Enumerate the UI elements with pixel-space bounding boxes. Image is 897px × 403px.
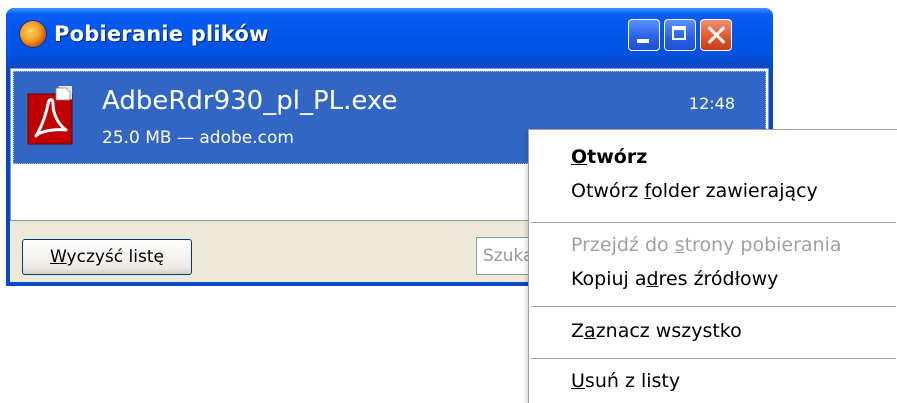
menu-item-open-folder[interactable]: Otwórz folder zawierający — [571, 180, 818, 202]
title-bar[interactable]: Pobieranie plików — [6, 8, 773, 68]
minimize-button[interactable] — [628, 19, 660, 51]
adobe-reader-pdf-icon — [27, 86, 73, 145]
download-time: 12:48 — [688, 94, 735, 113]
menu-item-go-to-download-page: Przejdź do strony pobierania — [571, 234, 842, 256]
firefox-icon — [20, 21, 46, 47]
maximize-button[interactable] — [664, 19, 696, 51]
menu-item-select-all[interactable]: Zaznacz wszystko — [571, 320, 742, 342]
menu-item-copy-source-address[interactable]: Kopiuj adres źródłowy — [571, 268, 778, 290]
menu-separator — [531, 306, 896, 307]
menu-separator — [531, 358, 896, 359]
context-menu: Otwórz Otwórz folder zawierający Przejdź… — [528, 129, 897, 403]
window-title: Pobieranie plików — [54, 22, 269, 46]
close-button[interactable] — [700, 19, 732, 51]
clear-list-button[interactable]: Wyczyść listę — [22, 239, 192, 275]
menu-item-open[interactable]: Otwórz — [571, 146, 647, 168]
download-size-source: 25.0 MB — adobe.com — [102, 128, 294, 148]
window-left-border — [6, 68, 10, 286]
download-file-name: AdbeRdr930_pl_PL.exe — [102, 86, 398, 116]
menu-separator — [531, 222, 896, 223]
menu-item-remove-from-list[interactable]: Usuń z listy — [571, 370, 680, 392]
